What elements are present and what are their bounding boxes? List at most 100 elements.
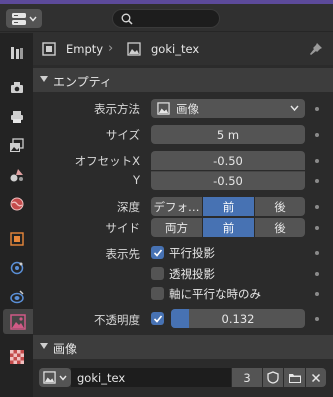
wrench-icon [10,46,23,59]
pin-icon[interactable] [309,42,323,56]
keyframe-dot[interactable] [315,179,319,183]
editor-header [0,4,333,32]
show-axis-aligned-checkbox[interactable] [151,287,164,300]
empty-panel-header[interactable]: エンプティ [33,68,333,92]
image-name: goki_tex [77,370,126,385]
opacity-slider-fill [171,309,189,328]
breadcrumb: Empty › goki_tex [33,33,333,65]
breadcrumb-data-name: goki_tex [151,42,200,56]
show-label: 表示先 [105,247,141,261]
keyframe-dot[interactable] [315,226,319,230]
offset-y-label: Y [132,173,140,187]
image-data-icon [10,313,26,330]
folder-icon [288,373,301,383]
tab-physics[interactable] [4,255,29,280]
tab-view-layer[interactable] [4,133,29,158]
properties-editor-icon [11,12,26,25]
panel-title: 画像 [53,342,78,356]
opacity-label: 不透明度 [94,313,140,327]
keyframe-dot[interactable] [315,159,319,163]
size-label: サイズ [105,128,140,142]
keyframe-dot[interactable] [315,292,319,296]
show-ortho-label: 平行投影 [169,246,215,260]
open-image-button[interactable] [284,368,305,387]
keyframe-dot[interactable] [315,133,319,137]
editor-type-button[interactable] [6,9,42,28]
world-icon [10,197,23,210]
tab-world[interactable] [4,191,29,216]
tab-data[interactable] [3,309,33,334]
side-option-back[interactable]: 後 [255,218,305,237]
depth-option-default[interactable]: デフォ… [151,197,202,216]
breadcrumb-object-name: Empty [66,42,104,56]
unlink-image-button[interactable] [306,368,326,387]
image-name-field[interactable]: goki_tex [71,368,231,387]
checkmark-icon [153,248,162,257]
keyframe-dot[interactable] [315,272,319,276]
tab-tool[interactable] [4,40,29,65]
depth-option-back[interactable]: 後 [255,197,305,216]
keyframe-dot[interactable] [315,107,319,111]
side-option-both[interactable]: 両方 [151,218,202,237]
show-axis-aligned-label: 軸に平行な時のみ [169,287,261,301]
chevron-down-icon [290,105,299,112]
checker-texture-icon [9,349,24,364]
properties-tabs [0,33,33,397]
image-icon [127,42,141,56]
tab-render[interactable] [4,75,29,100]
empty-object-icon [42,42,56,56]
panel-title: エンプティ [53,75,112,89]
tab-object[interactable] [4,226,29,251]
object-icon [9,231,24,246]
image-users-count[interactable]: 3 [232,368,262,387]
keyframe-dot[interactable] [315,205,319,209]
opacity-checkbox[interactable] [151,312,164,325]
shield-icon [267,371,279,384]
scene-icon [10,168,23,181]
tab-output[interactable] [4,104,29,129]
show-ortho-checkbox[interactable] [151,246,164,259]
image-users-value: 3 [243,370,251,385]
offset-x-value: -0.50 [213,153,243,168]
printer-icon [10,110,23,123]
display-dropdown[interactable]: 画像 [151,99,305,118]
tab-texture[interactable] [4,344,29,369]
tab-constraints[interactable] [4,284,29,309]
constraint-icon [9,289,24,303]
tab-scene[interactable] [4,162,29,187]
collapse-triangle-icon [40,343,48,349]
fake-user-button[interactable] [263,368,283,387]
show-perspective-label: 透視投影 [169,267,215,281]
search-input[interactable] [112,9,220,28]
search-icon [121,13,133,25]
keyframe-dot[interactable] [315,317,319,321]
side-option-front[interactable]: 前 [203,218,254,237]
opacity-value: 0.132 [221,311,255,326]
image-icon [157,102,170,115]
offset-x-label: オフセットX [74,154,140,168]
chevron-down-icon [59,375,67,381]
image-panel-header[interactable]: 画像 [33,335,333,359]
properties-content: Empty › goki_tex エンプティ 表示方法 画像 サイズ 5 m オ… [33,33,333,397]
size-field[interactable]: 5 m [151,125,305,144]
keyframe-dot[interactable] [315,251,319,255]
depth-label: 深度 [117,200,140,214]
offset-y-value: -0.50 [213,174,243,188]
breadcrumb-separator: › [108,41,114,56]
image-datablock-row: goki_tex 3 [33,366,333,390]
chevron-down-icon [28,16,37,22]
image-stack-icon [9,137,24,152]
opacity-slider[interactable]: 0.132 [171,309,305,328]
offset-x-field[interactable]: -0.50 [151,151,305,170]
checkmark-icon [153,314,162,323]
display-value: 画像 [176,101,199,116]
image-browse-button[interactable] [39,368,71,387]
size-value: 5 m [216,127,240,142]
display-label: 表示方法 [94,102,140,116]
side-label: サイド [105,221,141,235]
close-icon [311,373,321,382]
image-icon [43,371,56,384]
depth-option-front[interactable]: 前 [203,197,254,216]
offset-y-field[interactable]: -0.50 [151,171,305,190]
show-perspective-checkbox[interactable] [151,267,164,280]
